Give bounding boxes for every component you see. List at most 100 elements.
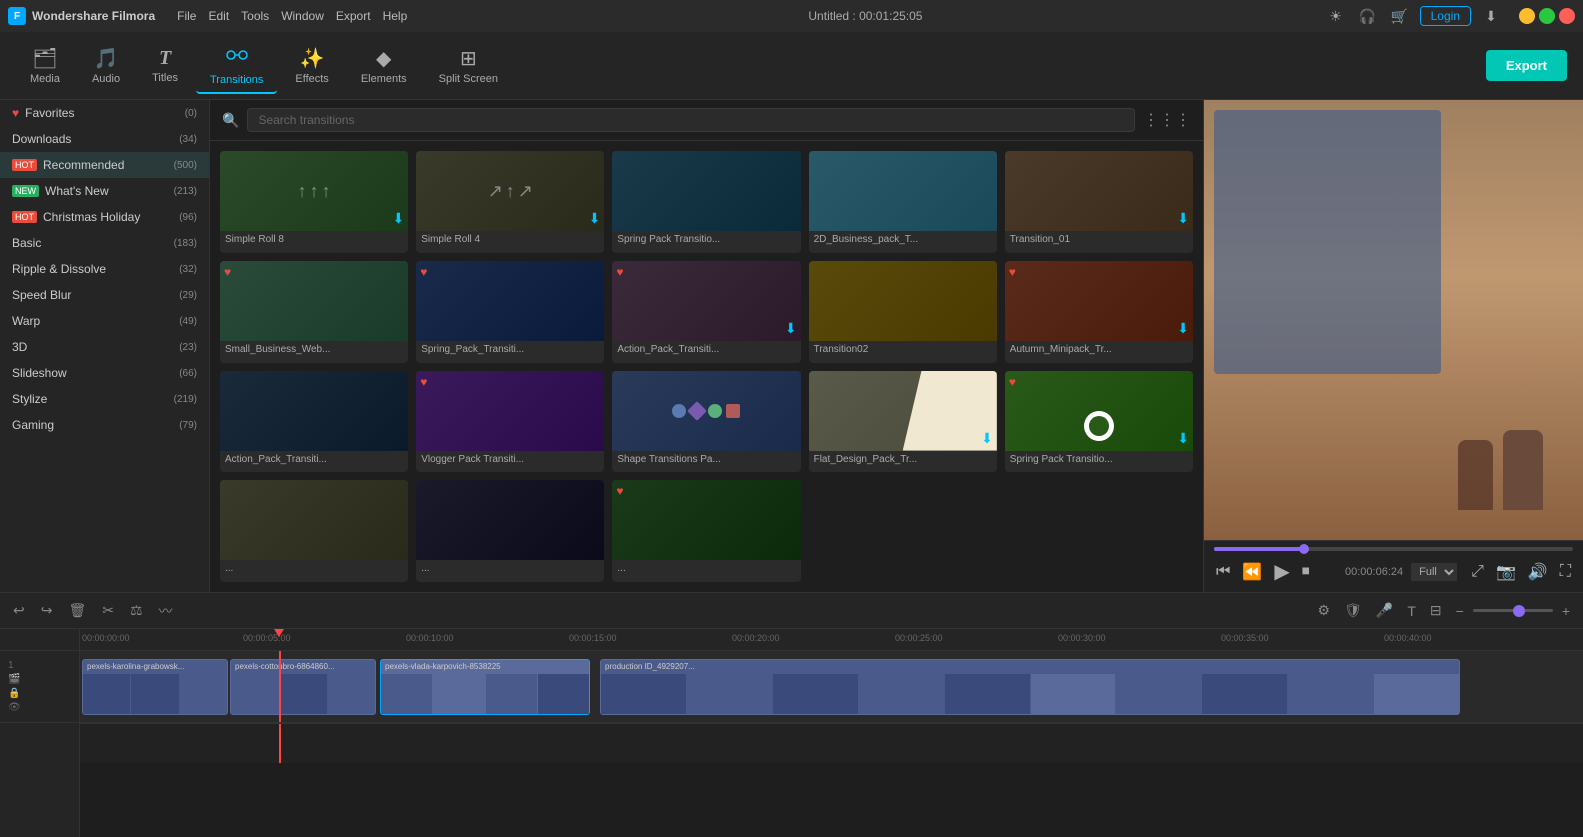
audio-wave-button[interactable]: 〰 [154,598,178,624]
transition-card-row4-3[interactable]: ♥ ... [612,480,800,582]
sidebar-item-recommended[interactable]: HOT Recommended (500) [0,152,209,178]
cut-button[interactable]: ✂ [97,599,119,622]
timeline-zoom-slider[interactable] [1473,609,1553,612]
transition-card-simple-roll-8[interactable]: ↑↑↑ ⬇ Simple Roll 8 [220,151,408,253]
split-screen-icon: ⊞ [460,46,477,71]
cart-icon[interactable]: 🛒 [1388,4,1412,28]
sidebar-item-stylize[interactable]: Stylize (219) [0,386,209,412]
tool-elements[interactable]: ◆ Elements [347,40,421,91]
titlebar-left: F Wondershare Filmora File Edit Tools Wi… [8,7,407,25]
captions-button[interactable]: ⊟ [1425,599,1447,622]
transition-card-spring-pack-2[interactable]: ♥ Spring_Pack_Transiti... [416,261,604,363]
zoom-out-button[interactable]: − [1451,600,1469,622]
mic-button[interactable]: 🎤 [1371,599,1398,622]
export-button[interactable]: Export [1486,50,1567,81]
transition-card-simple-roll-4[interactable]: ↗↑↗ ⬇ Simple Roll 4 [416,151,604,253]
fullscreen-button[interactable]: ⛶ [1558,561,1573,583]
clip-2[interactable]: pexels-cottonbro-6864860... [230,659,376,715]
tool-audio-label: Audio [92,73,120,85]
audio-icon: 🎵 [94,46,119,71]
clip-1[interactable]: pexels-karolina-grabowsk... [82,659,228,715]
transition-card-row4-1[interactable]: ... [220,480,408,582]
maximize-button[interactable] [1539,8,1555,24]
audio-button[interactable]: 🔊 [1526,560,1550,584]
transition-card-action-pack-1[interactable]: ♥ ⬇ Action_Pack_Transiti... [612,261,800,363]
sidebar-item-gaming[interactable]: Gaming (79) [0,412,209,438]
sidebar-item-3d[interactable]: 3D (23) [0,334,209,360]
sidebar-item-speed-blur[interactable]: Speed Blur (29) [0,282,209,308]
tool-effects[interactable]: ✨ Effects [281,40,342,91]
play-button[interactable]: ▶ [1272,557,1291,586]
transition-card-shape[interactable]: Shape Transitions Pa... [612,371,800,473]
sidebar-item-favorites[interactable]: ♥ Favorites (0) [0,100,209,126]
transition-card-transition-01[interactable]: ⬇ Transition_01 [1005,151,1193,253]
sidebar-item-basic[interactable]: Basic (183) [0,230,209,256]
transition-name-autumn: Autumn_Minipack_Tr... [1005,341,1193,358]
menu-edit[interactable]: Edit [208,9,229,23]
tool-titles[interactable]: T Titles [138,41,192,90]
sidebar-item-christmas[interactable]: HOT Christmas Holiday (96) [0,204,209,230]
progress-bar-container[interactable] [1214,547,1573,551]
transition-card-autumn[interactable]: ♥ ⬇ Autumn_Minipack_Tr... [1005,261,1193,363]
menu-tools[interactable]: Tools [241,9,269,23]
transition-card-action-pack-2[interactable]: Action_Pack_Transiti... [220,371,408,473]
close-button[interactable] [1559,8,1575,24]
transition-card-2d-business[interactable]: 2D_Business_pack_T... [809,151,997,253]
brightness-icon[interactable]: ☀ [1324,4,1348,28]
transition-card-transition02[interactable]: Transition02 [809,261,997,363]
minimize-button[interactable] [1519,8,1535,24]
menu-help[interactable]: Help [383,9,408,23]
transition-thumb-action-pack-1: ♥ ⬇ [612,261,800,341]
delete-button[interactable]: 🗑 [63,599,91,622]
snapshot-button[interactable]: 📷 [1494,560,1518,584]
menu-export[interactable]: Export [336,9,371,23]
transition-card-spring-pack-3[interactable]: ♥ ⬇ Spring Pack Transitio... [1005,371,1193,473]
login-button[interactable]: Login [1420,6,1471,26]
sidebar-item-downloads[interactable]: Downloads (34) [0,126,209,152]
shield-button[interactable]: 🛡 [1339,599,1367,622]
sidebar-label-favorites: Favorites [25,106,74,120]
sidebar-item-slideshow[interactable]: Slideshow (66) [0,360,209,386]
tool-split-screen[interactable]: ⊞ Split Screen [425,40,512,91]
transition-thumb-row4-3: ♥ [612,480,800,560]
track-headers: 1 🎬 🔒 👁 [0,629,80,837]
tool-audio[interactable]: 🎵 Audio [78,40,134,91]
search-input[interactable] [247,108,1135,132]
stop-button[interactable]: ⏹ [1300,561,1312,583]
transition-card-small-biz[interactable]: ♥ Small_Business_Web... [220,261,408,363]
adjust-button[interactable]: ⚖ [125,599,148,622]
sidebar-item-warp[interactable]: Warp (49) [0,308,209,334]
sidebar-count-favorites: (0) [185,108,197,119]
headphone-icon[interactable]: 🎧 [1356,4,1380,28]
track-eye-icon[interactable]: 👁 [8,702,21,713]
tool-transitions[interactable]: Transitions [196,38,277,94]
transition-card-row4-2[interactable]: ... [416,480,604,582]
step-back-button[interactable]: ⏮ [1214,561,1232,583]
clip-3[interactable]: pexels-vlada-karpovich-8538225 [380,659,590,715]
download-icon[interactable]: ⬇ [1479,4,1503,28]
transition-card-flat-design[interactable]: ⬇ Flat_Design_Pack_Tr... [809,371,997,473]
play-prev-button[interactable]: ⏪ [1240,560,1264,584]
zoom-in-button[interactable]: + [1557,600,1575,622]
menu-window[interactable]: Window [281,9,324,23]
app-logo: F [8,7,26,25]
sidebar-item-whats-new[interactable]: NEW What's New (213) [0,178,209,204]
clip-4[interactable]: production ID_4929207... [600,659,1460,715]
settings-button[interactable]: ⚙ [1313,599,1336,622]
timeline-scroll-area[interactable]: 00:00:00:00 00:00:05:00 00:00:10:00 00:0… [80,629,1583,837]
sidebar-label-downloads: Downloads [12,132,71,146]
menu-file[interactable]: File [177,9,196,23]
undo-button[interactable]: ↩ [8,599,30,622]
transition-name-spring-pack-3: Spring Pack Transitio... [1005,451,1193,468]
text-overlay-button[interactable]: T [1402,600,1421,622]
grid-view-icon[interactable]: ⋮⋮⋮ [1143,110,1191,130]
sidebar-item-ripple[interactable]: Ripple & Dissolve (32) [0,256,209,282]
transition-card-spring-pack-1[interactable]: Spring Pack Transitio... [612,151,800,253]
fit-view-button[interactable]: ⤢ [1469,561,1486,583]
redo-button[interactable]: ↪ [36,599,58,622]
quality-select[interactable]: Full 1/2 1/4 [1411,563,1457,581]
transition-card-vlogger[interactable]: ♥ Vlogger Pack Transiti... [416,371,604,473]
track-lock-icon[interactable]: 🔒 [8,688,21,699]
ruler-mark-2: 00:00:10:00 [406,633,454,643]
tool-media[interactable]: 🗂 Media [16,40,74,91]
